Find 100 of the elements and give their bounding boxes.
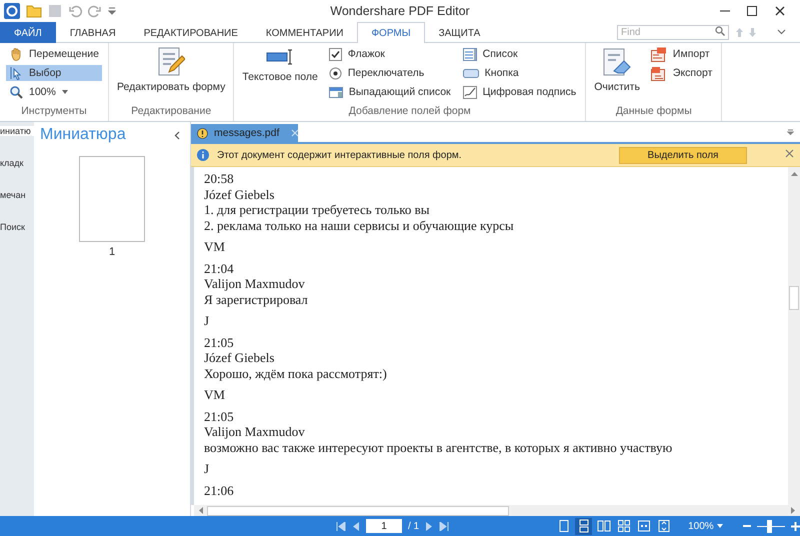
- undo-icon: [68, 4, 82, 18]
- document-text: 21:06: [204, 482, 235, 498]
- grid-pages-icon[interactable]: [615, 518, 632, 534]
- zoom-out-icon: [742, 522, 751, 530]
- up-arrow-icon: [735, 26, 744, 38]
- document-text: Valijon Maxmudov: [204, 276, 306, 292]
- ribbon-tab[interactable]: ГЛАВНАЯ: [56, 22, 130, 43]
- group-label: Добавление полей форм: [348, 105, 472, 119]
- close-icon: [785, 149, 794, 158]
- import-icon: [650, 46, 667, 62]
- scroll-left-icon: [198, 507, 203, 514]
- tab-list-icon: [787, 129, 794, 135]
- ribbon-button[interactable]: Выпадающий список: [326, 84, 454, 100]
- ribbon-button[interactable]: Список: [460, 46, 580, 62]
- ribbon-tab[interactable]: ЗАЩИТА: [424, 22, 494, 43]
- first-page-icon: [336, 522, 346, 530]
- next-page-icon: [425, 522, 434, 530]
- list-box-icon: [462, 48, 477, 60]
- ribbon-button[interactable]: Флажок: [326, 46, 454, 62]
- slider-thumb[interactable]: [767, 520, 772, 532]
- page-number: 1: [108, 246, 116, 258]
- document-text: VM: [204, 387, 226, 402]
- ribbon-tab[interactable]: КОММЕНТАРИИ: [252, 22, 358, 43]
- page-field[interactable]: 1: [366, 519, 402, 533]
- document-text: J: [204, 461, 210, 476]
- scroll-thumb[interactable]: [789, 286, 799, 310]
- scroll-up-icon: [790, 171, 798, 176]
- document-text: возможно вас также интересуют проекты в агентстве, в которых я активно участвую: [204, 440, 674, 455]
- last-page-icon: [439, 522, 450, 530]
- save-icon: [48, 4, 62, 18]
- zoom-dropdown[interactable]: 100%: [6, 84, 102, 100]
- highlight-fields-button[interactable]: Выделить поля: [619, 146, 747, 164]
- panel-title: Миниатюра: [40, 126, 126, 144]
- button-shape-icon: [462, 67, 479, 79]
- two-page-icon[interactable]: [595, 518, 612, 534]
- document-tab[interactable]: messages.pdf: [191, 124, 298, 142]
- maximize-icon: [746, 5, 758, 17]
- zoom-dropdown[interactable]: 100%: [688, 520, 723, 532]
- cursor-icon: [9, 66, 23, 80]
- info-message: Этот документ содержит интерактивные поля форм.: [217, 150, 462, 160]
- document-text: 2. реклама только на наши сервисы и обучающие курсы: [204, 218, 515, 233]
- caret-icon: [62, 90, 68, 94]
- nav-strip-tab[interactable]: кладк: [0, 158, 34, 168]
- group-label: Данные формы: [614, 105, 693, 119]
- caret-icon: [716, 524, 723, 528]
- fit-width-icon[interactable]: [635, 518, 652, 534]
- scroll-thumb[interactable]: [207, 506, 509, 516]
- folder-icon: [26, 4, 42, 18]
- nav-strip-tab[interactable]: мечан: [0, 190, 34, 200]
- ribbon-button[interactable]: Импорт: [648, 46, 716, 62]
- group-label: Инструменты: [20, 105, 88, 119]
- document-text: VM: [204, 239, 226, 254]
- document-text: Хорошо, ждём пока рассмотрят:): [204, 366, 388, 381]
- form-pencil-icon: [157, 47, 186, 77]
- ribbon-button[interactable]: Редактировать форму: [115, 45, 228, 105]
- eraser-form-icon: [602, 47, 632, 77]
- ribbon-button[interactable]: Цифровая подпись: [460, 84, 580, 100]
- export-icon: [650, 66, 667, 80]
- close-icon: [774, 5, 786, 17]
- document-text: 21:05: [204, 334, 235, 350]
- file-menu-tab[interactable]: ФАЙЛ: [0, 22, 56, 43]
- continuous-pages-icon[interactable]: [575, 518, 592, 534]
- tab-close-icon: [291, 129, 300, 137]
- document-text: Józef Giebels: [204, 350, 276, 366]
- magnifier-icon: [9, 85, 23, 99]
- tool-button[interactable]: Перемещение: [6, 46, 102, 62]
- document-text: Valijon Maxmudov: [204, 424, 306, 440]
- ribbon-button[interactable]: Очистить: [592, 45, 642, 105]
- checkbox-icon: [328, 48, 342, 60]
- vertical-scrollbar[interactable]: [788, 167, 800, 505]
- document-text: Я зарегистрировал: [204, 292, 309, 307]
- scroll-right-icon: [791, 507, 796, 514]
- app-logo-icon: [4, 3, 20, 19]
- ribbon-button[interactable]: Экспорт: [648, 65, 716, 81]
- document-text: J: [204, 313, 210, 328]
- previous-page-icon: [352, 522, 360, 530]
- document-text: Józef Giebels: [204, 186, 276, 202]
- tool-button[interactable]: Выбор: [6, 65, 102, 81]
- nav-strip-tab[interactable]: Поиск: [0, 222, 34, 232]
- minimize-icon: [720, 10, 730, 12]
- info-icon: [197, 149, 209, 161]
- document-text: 20:58: [204, 171, 235, 186]
- page-thumbnail[interactable]: [79, 156, 145, 242]
- nav-strip-tab[interactable]: иниатю: [0, 126, 34, 136]
- ribbon-button[interactable]: Переключатель: [326, 65, 454, 81]
- ribbon-button[interactable]: Текстовое поле: [240, 45, 320, 105]
- chevron-icon: [777, 29, 786, 35]
- window-title: Wondershare PDF Editor: [330, 4, 470, 18]
- radio-icon: [328, 66, 342, 80]
- collapse-icon: [174, 130, 180, 140]
- ribbon-tab[interactable]: РЕДАКТИРОВАНИЕ: [130, 22, 252, 43]
- zoom-in-icon: [791, 522, 800, 530]
- ribbon-button[interactable]: Кнопка: [460, 65, 580, 81]
- find-field[interactable]: Find: [617, 24, 729, 40]
- group-label: Редактирование: [130, 105, 212, 119]
- down-arrow-icon: [748, 26, 757, 38]
- ribbon-tab[interactable]: ФОРМЫ: [357, 22, 425, 43]
- redo-icon: [88, 4, 102, 18]
- horizontal-scrollbar[interactable]: [194, 505, 800, 516]
- warning-icon: [197, 128, 208, 138]
